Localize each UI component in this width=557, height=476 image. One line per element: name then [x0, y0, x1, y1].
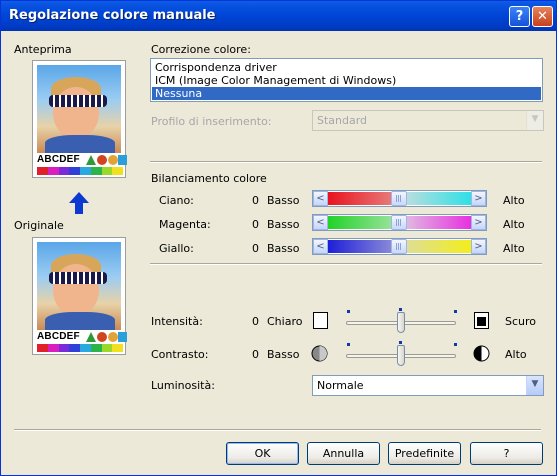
magenta-high-label: Alto [503, 218, 525, 231]
intensity-label: Intensità: [151, 315, 203, 328]
color-swatch [101, 344, 113, 352]
intensity-low-label: Chiaro [267, 315, 303, 328]
title-bar: Regolazione colore manuale ? ✕ [1, 1, 556, 31]
list-item[interactable]: Nessuna [152, 87, 541, 100]
chevron-down-icon[interactable]: ▼ [526, 376, 543, 395]
contrast-high-label: Alto [505, 348, 527, 361]
dark-page-icon [474, 312, 489, 329]
color-swatch [90, 167, 102, 175]
color-swatches [37, 344, 123, 352]
magenta-thumb[interactable] [391, 215, 407, 230]
color-swatch [69, 344, 80, 352]
contrast-thumb[interactable] [397, 345, 405, 366]
high-contrast-icon [473, 345, 490, 362]
color-swatches [37, 167, 123, 175]
color-correction-label: Correzione colore: [151, 43, 251, 56]
chevron-left-icon[interactable]: < [313, 239, 328, 254]
yellow-high-label: Alto [503, 242, 525, 255]
cyan-slider[interactable]: < > [312, 190, 487, 207]
chevron-left-icon[interactable]: < [313, 191, 328, 206]
shapes-icon [86, 154, 127, 166]
magenta-value: 0 [252, 218, 259, 231]
profile-value: Standard [317, 114, 368, 127]
color-swatch [58, 344, 70, 352]
divider [150, 263, 542, 265]
original-label: Originale [14, 219, 64, 232]
cyan-value: 0 [252, 194, 259, 207]
chevron-right-icon[interactable]: > [471, 239, 486, 254]
divider [14, 429, 541, 431]
intensity-value: 0 [252, 315, 259, 328]
chevron-left-icon[interactable]: < [313, 215, 328, 230]
yellow-value: 0 [252, 242, 259, 255]
color-swatch [112, 344, 123, 352]
title-help-button[interactable]: ? [509, 6, 530, 27]
window-title: Regolazione colore manuale [9, 8, 216, 23]
magenta-slider[interactable]: < > [312, 214, 487, 231]
divider [150, 161, 542, 163]
intensity-high-label: Scuro [505, 315, 537, 328]
contrast-value: 0 [252, 348, 259, 361]
contrast-low-label: Basso [267, 348, 300, 361]
chevron-right-icon[interactable]: > [471, 215, 486, 230]
original-image: ABCDEF [32, 237, 127, 355]
magenta-label: Magenta: [159, 218, 211, 231]
shapes-icon [86, 331, 127, 343]
brightness-label: Luminosità: [151, 379, 215, 392]
color-swatch [47, 167, 59, 175]
color-swatch [47, 344, 59, 352]
preview-image: ABCDEF [32, 60, 127, 178]
cyan-low-label: Basso [267, 194, 300, 207]
original-card-text: ABCDEF [37, 331, 80, 342]
low-contrast-icon [311, 345, 328, 362]
magenta-low-label: Basso [267, 218, 300, 231]
color-balance-label: Bilanciamento colore [151, 172, 267, 185]
color-swatch [112, 167, 123, 175]
arrow-up-icon [69, 192, 89, 214]
preview-card-text: ABCDEF [37, 154, 80, 165]
help-button[interactable]: ? [470, 442, 543, 465]
profile-label: Profilo di inserimento: [151, 115, 272, 128]
intensity-thumb[interactable] [397, 312, 405, 333]
title-close-button[interactable]: ✕ [532, 6, 553, 27]
color-swatch [58, 167, 70, 175]
light-page-icon [313, 312, 328, 329]
chevron-down-icon[interactable]: ▼ [526, 111, 543, 130]
color-swatch [37, 167, 48, 175]
cyan-high-label: Alto [503, 194, 525, 207]
yellow-thumb[interactable] [391, 239, 407, 254]
dialog-window: Regolazione colore manuale ? ✕ Anteprima… [0, 0, 557, 476]
chevron-right-icon[interactable]: > [471, 191, 486, 206]
yellow-slider[interactable]: < > [312, 238, 487, 255]
yellow-label: Giallo: [159, 242, 194, 255]
profile-select[interactable]: Standard ▼ [312, 110, 544, 131]
preview-label: Anteprima [14, 43, 72, 56]
brightness-select[interactable]: Normale ▼ [312, 375, 544, 396]
yellow-low-label: Basso [267, 242, 300, 255]
color-swatch [69, 167, 80, 175]
list-item[interactable]: Corrispondenza driver [152, 61, 541, 74]
list-item[interactable]: ICM (Image Color Management di Windows) [152, 74, 541, 87]
cyan-thumb[interactable] [391, 191, 407, 206]
cancel-button[interactable]: Annulla [307, 442, 380, 465]
ok-button[interactable]: OK [226, 442, 299, 465]
preview-photo [37, 65, 121, 153]
color-swatch [101, 167, 113, 175]
original-photo [37, 242, 121, 330]
color-swatch [80, 344, 91, 352]
defaults-button[interactable]: Predefinite [388, 442, 461, 465]
contrast-label: Contrasto: [151, 348, 209, 361]
color-correction-list[interactable]: Corrispondenza driver ICM (Image Color M… [150, 58, 543, 102]
brightness-value: Normale [317, 379, 364, 392]
color-swatch [90, 344, 102, 352]
cyan-label: Ciano: [159, 194, 194, 207]
color-swatch [37, 344, 48, 352]
color-swatch [80, 167, 91, 175]
